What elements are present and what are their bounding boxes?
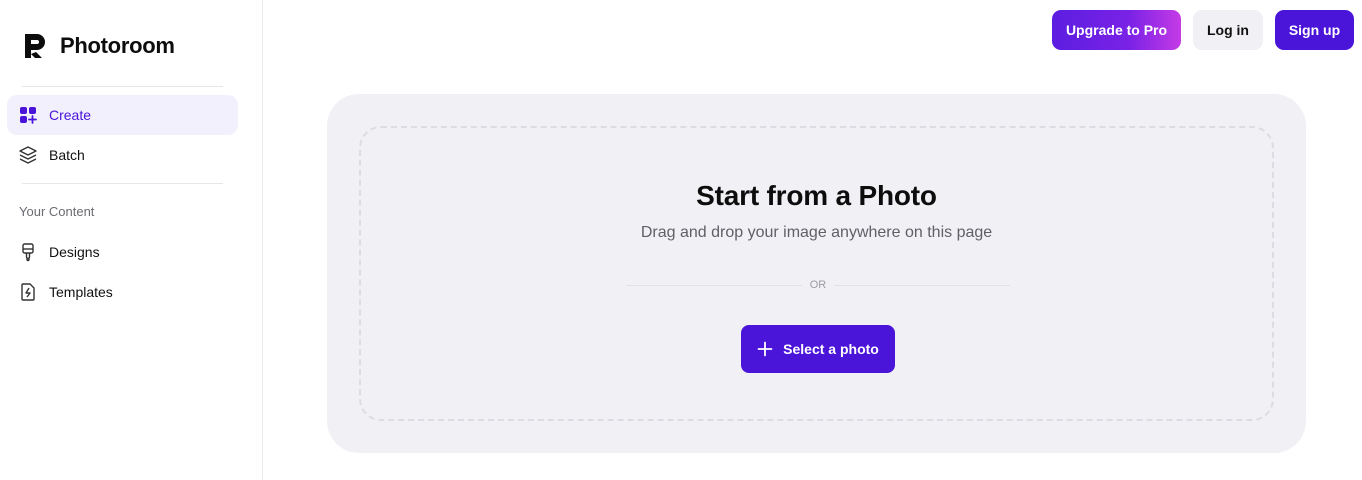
template-bolt-icon: [18, 282, 38, 302]
sidebar-item-designs[interactable]: Designs: [7, 232, 238, 272]
sidebar-item-label: Batch: [49, 147, 85, 163]
dropzone-subtitle: Drag and drop your image anywhere on thi…: [640, 224, 993, 241]
upgrade-to-pro-button[interactable]: Upgrade to Pro: [1052, 10, 1181, 50]
log-in-button[interactable]: Log in: [1193, 10, 1263, 50]
grid-plus-icon: [18, 105, 38, 125]
sign-up-button[interactable]: Sign up: [1275, 10, 1354, 50]
layers-icon: [18, 145, 38, 165]
page-title: Start from a Photo: [696, 180, 937, 211]
plus-icon: [757, 341, 773, 357]
sidebar-divider: [22, 183, 223, 184]
photo-dropzone[interactable]: Start from a Photo Drag and drop your im…: [359, 126, 1274, 421]
sidebar-item-create[interactable]: Create: [7, 95, 238, 135]
separator-line: [626, 284, 802, 286]
section-label-your-content: Your Content: [19, 204, 95, 219]
sidebar-divider: [22, 86, 223, 87]
select-photo-button[interactable]: Select a photo: [741, 325, 895, 373]
sidebar-item-label: Templates: [49, 284, 113, 300]
app-root: Photoroom Create Batch Your Content Desi…: [0, 0, 1362, 480]
select-photo-label: Select a photo: [783, 341, 879, 357]
separator-line: [834, 284, 1010, 286]
sidebar: Photoroom Create Batch Your Content Desi…: [0, 0, 263, 480]
sidebar-item-label: Designs: [49, 244, 100, 260]
brand-logo[interactable]: Photoroom: [22, 31, 175, 61]
sidebar-item-templates[interactable]: Templates: [7, 272, 238, 312]
brush-icon: [18, 242, 38, 262]
photoroom-logo-icon: [25, 34, 45, 58]
or-label: OR: [809, 279, 827, 291]
sidebar-item-batch[interactable]: Batch: [7, 135, 238, 175]
or-separator: OR: [626, 278, 1010, 292]
sidebar-item-label: Create: [49, 107, 92, 123]
brand-name: Photoroom: [60, 33, 175, 58]
upload-card: Start from a Photo Drag and drop your im…: [327, 94, 1306, 453]
